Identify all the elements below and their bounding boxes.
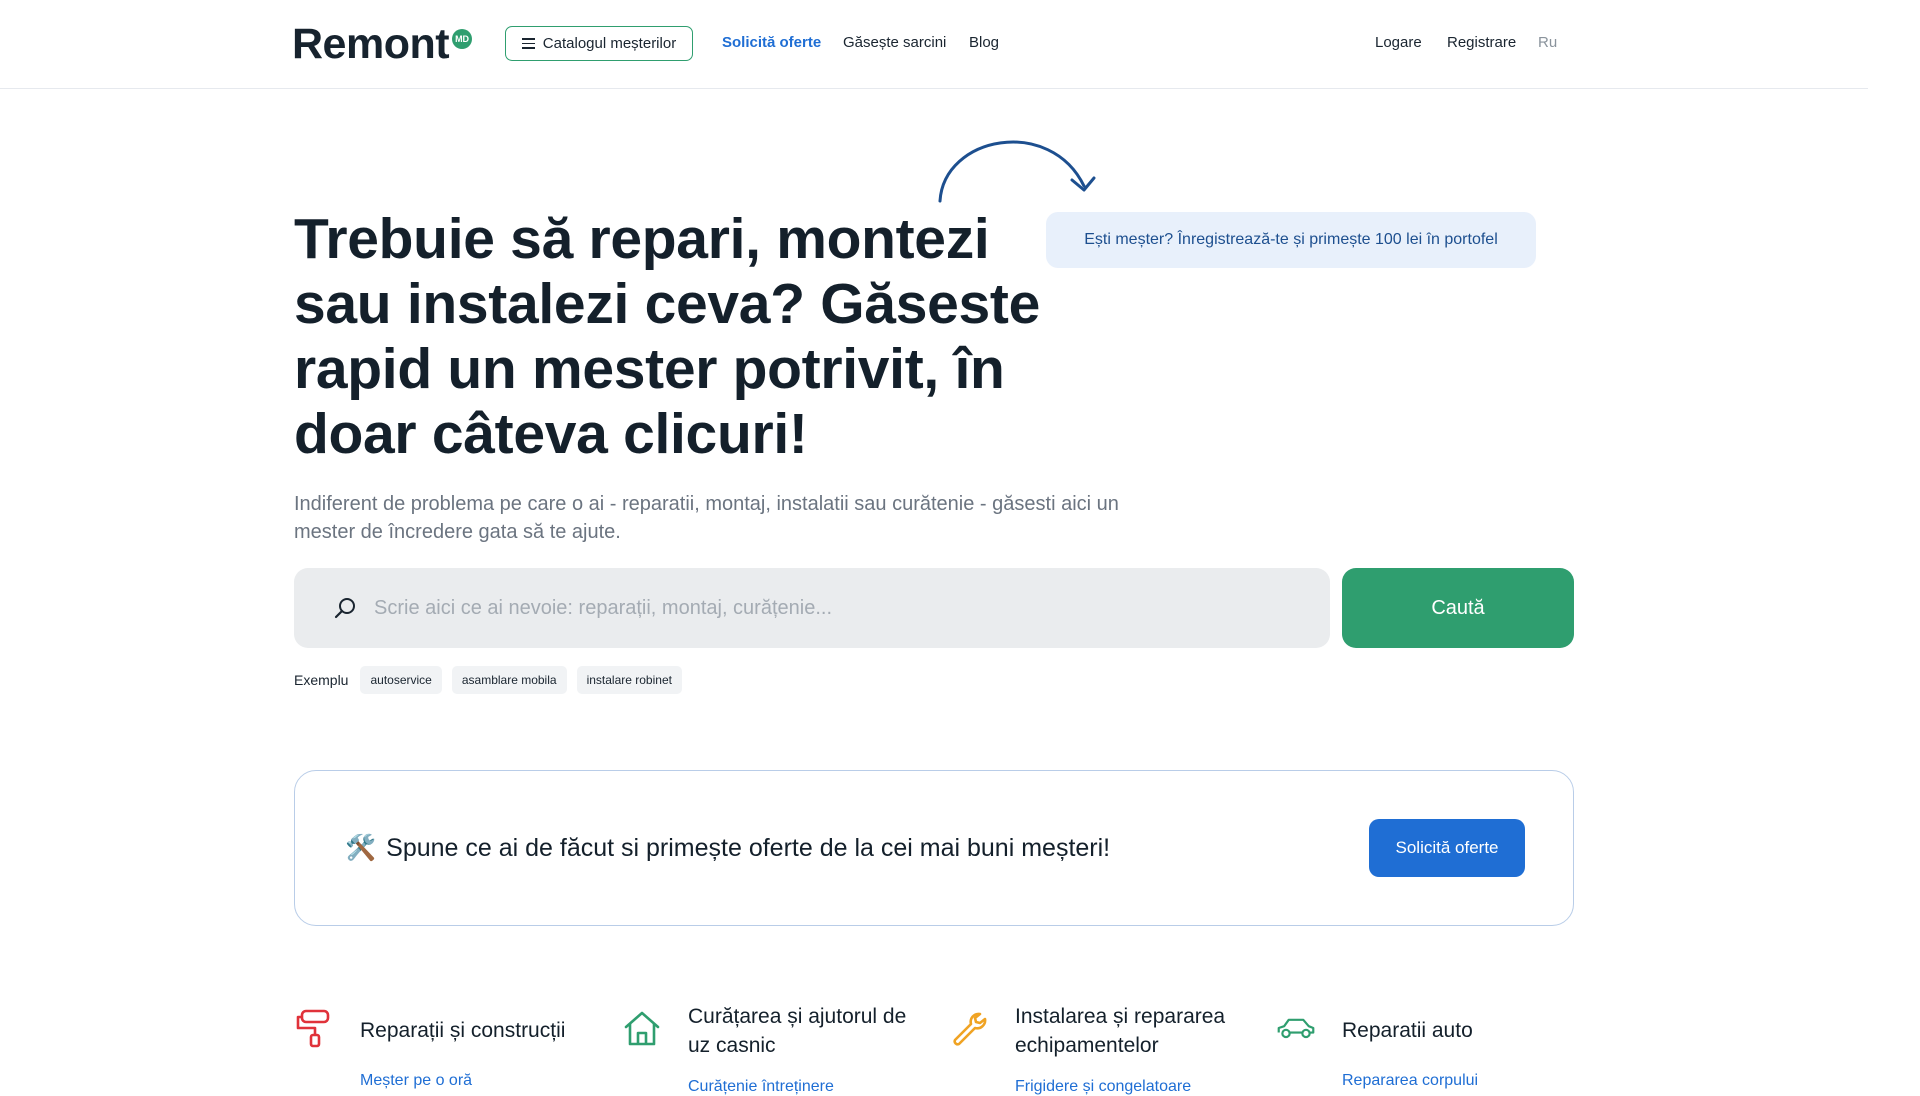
example-chip[interactable]: autoservice [360, 666, 442, 694]
request-offers-banner: 🛠️ Spune ce ai de făcut si primește ofer… [294, 770, 1574, 926]
category-title[interactable]: Reparatii auto [1342, 1016, 1582, 1045]
menu-icon [521, 38, 535, 49]
category-link[interactable]: Meșter pe o oră [360, 1072, 472, 1090]
site-header: Remont MD Catalogul meșterilor Solicită … [0, 0, 1868, 89]
nav-blog[interactable]: Blog [969, 34, 999, 52]
request-offers-text-row: 🛠️ Spune ce ai de făcut si primește ofer… [345, 833, 1110, 863]
search-box [294, 568, 1330, 648]
nav-gaseste-sarcini[interactable]: Găsește sarcini [843, 34, 946, 52]
logo-badge: MD [452, 29, 473, 49]
nav-solicita-oferte[interactable]: Solicită oferte [722, 34, 821, 52]
master-register-promo[interactable]: Ești meșter? Înregistrează-te și primeșt… [1046, 212, 1536, 268]
page-subtitle: Indiferent de problema pe care o ai - re… [294, 493, 1119, 543]
paint-roller-icon [296, 1009, 330, 1048]
request-offers-button[interactable]: Solicită oferte [1369, 819, 1525, 877]
example-chip[interactable]: asamblare mobila [451, 666, 567, 694]
category-title[interactable]: Reparații și construcții [360, 1016, 600, 1045]
examples-label: Exemplu [294, 672, 349, 688]
car-icon [1277, 1018, 1315, 1039]
category-title[interactable]: Curățarea și ajutorul de uz casnic [688, 1002, 928, 1060]
category-title[interactable]: Instalarea și repararea echipamentelor [1015, 1002, 1255, 1060]
register-link[interactable]: Registrare [1447, 34, 1516, 52]
category-link[interactable]: Repararea corpului [1342, 1072, 1478, 1090]
example-chip[interactable]: instalare robinet [576, 666, 682, 694]
tools-icon: 🛠️ [345, 834, 377, 862]
page-title: Trebuie să repari, montezi sau instalezi… [294, 207, 1040, 466]
request-offers-text: Spune ce ai de făcut si primește oferte … [386, 834, 1111, 862]
logo-text: Remont [292, 20, 450, 68]
search-icon [334, 598, 355, 619]
curved-arrow-icon [938, 140, 1096, 203]
house-icon [624, 1011, 660, 1046]
catalog-button-label: Catalogul meșterilor [542, 35, 677, 52]
language-switch[interactable]: Ru [1538, 34, 1557, 52]
category-link[interactable]: Frigidere și congelatoare [1015, 1078, 1191, 1096]
category-link[interactable]: Curățenie întreținere [688, 1078, 834, 1096]
search-input[interactable] [372, 587, 1330, 629]
search-examples: Exemplu autoservice asamblare mobila ins… [294, 666, 682, 694]
catalog-button[interactable]: Catalogul meșterilor [505, 26, 693, 61]
login-link[interactable]: Logare [1375, 34, 1422, 52]
wrench-icon [953, 1012, 987, 1046]
search-button[interactable]: Caută [1342, 568, 1574, 648]
logo[interactable]: Remont MD [292, 20, 473, 68]
